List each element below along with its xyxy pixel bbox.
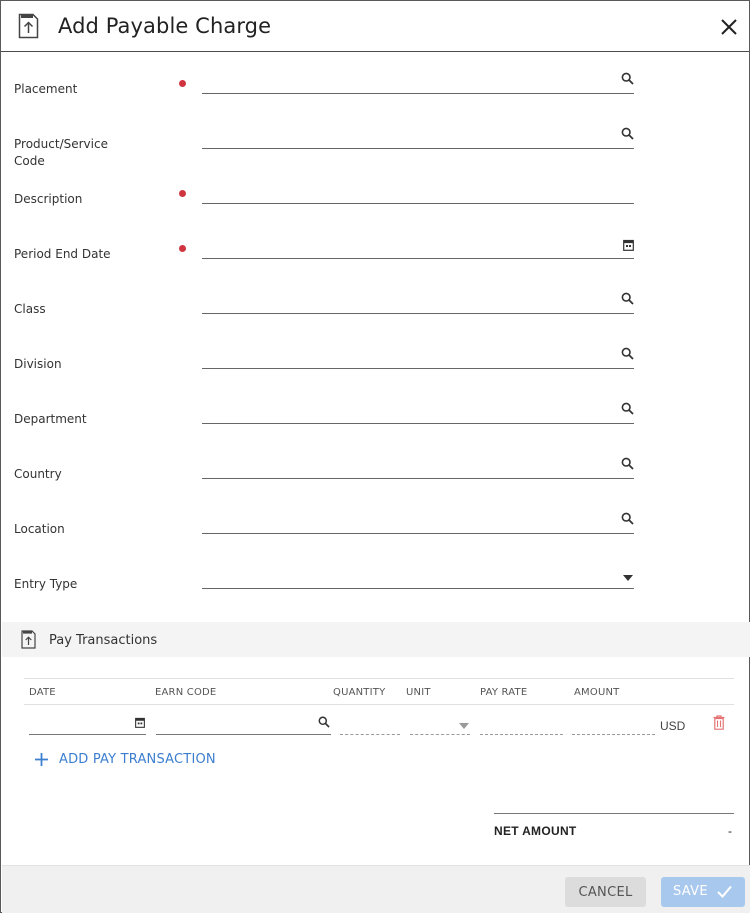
search-icon[interactable] [621, 292, 634, 305]
column-header-amount: AMOUNT [574, 687, 620, 698]
search-icon[interactable] [621, 402, 634, 415]
close-icon[interactable] [719, 17, 739, 37]
field-label: Department [14, 412, 87, 426]
search-icon[interactable] [621, 457, 634, 470]
form-row-country: Country [1, 454, 749, 494]
division-input[interactable] [202, 345, 634, 369]
cancel-button[interactable]: CANCEL [565, 877, 646, 907]
field-label: Placement [14, 82, 78, 96]
document-upload-icon [21, 630, 36, 649]
field-label: Period End Date [14, 247, 111, 261]
country-input[interactable] [202, 455, 634, 479]
pay-transactions-section-header: Pay Transactions [2, 622, 750, 657]
product-service-code-input[interactable] [202, 125, 634, 149]
description-input[interactable] [202, 180, 634, 204]
save-button[interactable]: SAVE [661, 877, 745, 907]
form-row-department: Department [1, 399, 749, 439]
calendar-icon[interactable] [135, 717, 145, 728]
column-header-date: DATE [29, 687, 56, 698]
pay-transaction-row: USD [24, 705, 734, 745]
form-row-product-service-code: Product/Service Code [1, 124, 749, 168]
form-row-class: Class [1, 289, 749, 329]
field-label: Location [14, 522, 65, 536]
search-icon[interactable] [318, 716, 330, 728]
field-label: Entry Type [14, 577, 78, 591]
field-label: Product/Service Code [14, 137, 108, 168]
save-button-label: SAVE [673, 884, 708, 899]
date-input[interactable] [29, 711, 146, 735]
dialog-title: Add Payable Charge [58, 14, 272, 38]
required-indicator [179, 245, 186, 252]
column-header-quantity: QUANTITY [333, 687, 386, 698]
amount-input[interactable] [572, 711, 655, 735]
required-indicator [179, 190, 186, 197]
column-header-pay-rate: PAY RATE [480, 687, 528, 698]
search-icon[interactable] [621, 512, 634, 525]
placement-input[interactable] [202, 70, 634, 94]
check-icon [717, 885, 732, 898]
dropdown-arrow-icon[interactable] [459, 723, 469, 729]
net-amount-value: - [728, 824, 732, 838]
column-header-unit: UNIT [406, 687, 431, 698]
search-icon[interactable] [621, 127, 634, 140]
document-upload-icon [18, 13, 39, 39]
form-row-placement: Placement [1, 69, 749, 109]
form-row-division: Division [1, 344, 749, 384]
net-amount-label: NET AMOUNT [494, 824, 577, 838]
search-icon[interactable] [621, 347, 634, 360]
search-icon[interactable] [621, 72, 634, 85]
column-header-earn-code: EARN CODE [155, 687, 217, 698]
plus-icon [35, 753, 48, 766]
quantity-input[interactable] [340, 711, 400, 735]
department-input[interactable] [202, 400, 634, 424]
add-pay-transaction-label: ADD PAY TRANSACTION [59, 752, 216, 767]
calendar-icon[interactable] [623, 239, 634, 251]
dialog-footer: CANCEL SAVE [2, 865, 750, 913]
earn-code-input[interactable] [156, 711, 331, 735]
field-label: Description [14, 192, 83, 206]
pay-transactions-grid-header: DATE EARN CODE QUANTITY UNIT PAY RATE AM… [24, 678, 734, 705]
form-row-description: Description [1, 179, 749, 219]
form-row-period-end-date: Period End Date [1, 234, 749, 274]
section-title: Pay Transactions [49, 633, 158, 648]
field-label: Class [14, 302, 46, 316]
class-input[interactable] [202, 290, 634, 314]
field-label: Country [14, 467, 62, 481]
location-input[interactable] [202, 510, 634, 534]
delete-trash-icon[interactable] [713, 715, 725, 730]
dropdown-arrow-icon[interactable] [623, 575, 633, 581]
period-end-date-input[interactable] [202, 235, 634, 259]
form-row-location: Location [1, 509, 749, 549]
add-payable-charge-dialog: Add Payable Charge Placement Product/Ser… [0, 0, 750, 913]
pay-rate-input[interactable] [480, 711, 563, 735]
required-indicator [179, 80, 186, 87]
form-row-entry-type: Entry Type [1, 564, 749, 604]
unit-select[interactable] [410, 711, 470, 735]
entry-type-select[interactable] [202, 565, 634, 589]
field-label: Division [14, 357, 62, 371]
currency-label: USD [660, 719, 686, 733]
dialog-header: Add Payable Charge [1, 1, 749, 52]
net-amount-divider [494, 813, 734, 814]
